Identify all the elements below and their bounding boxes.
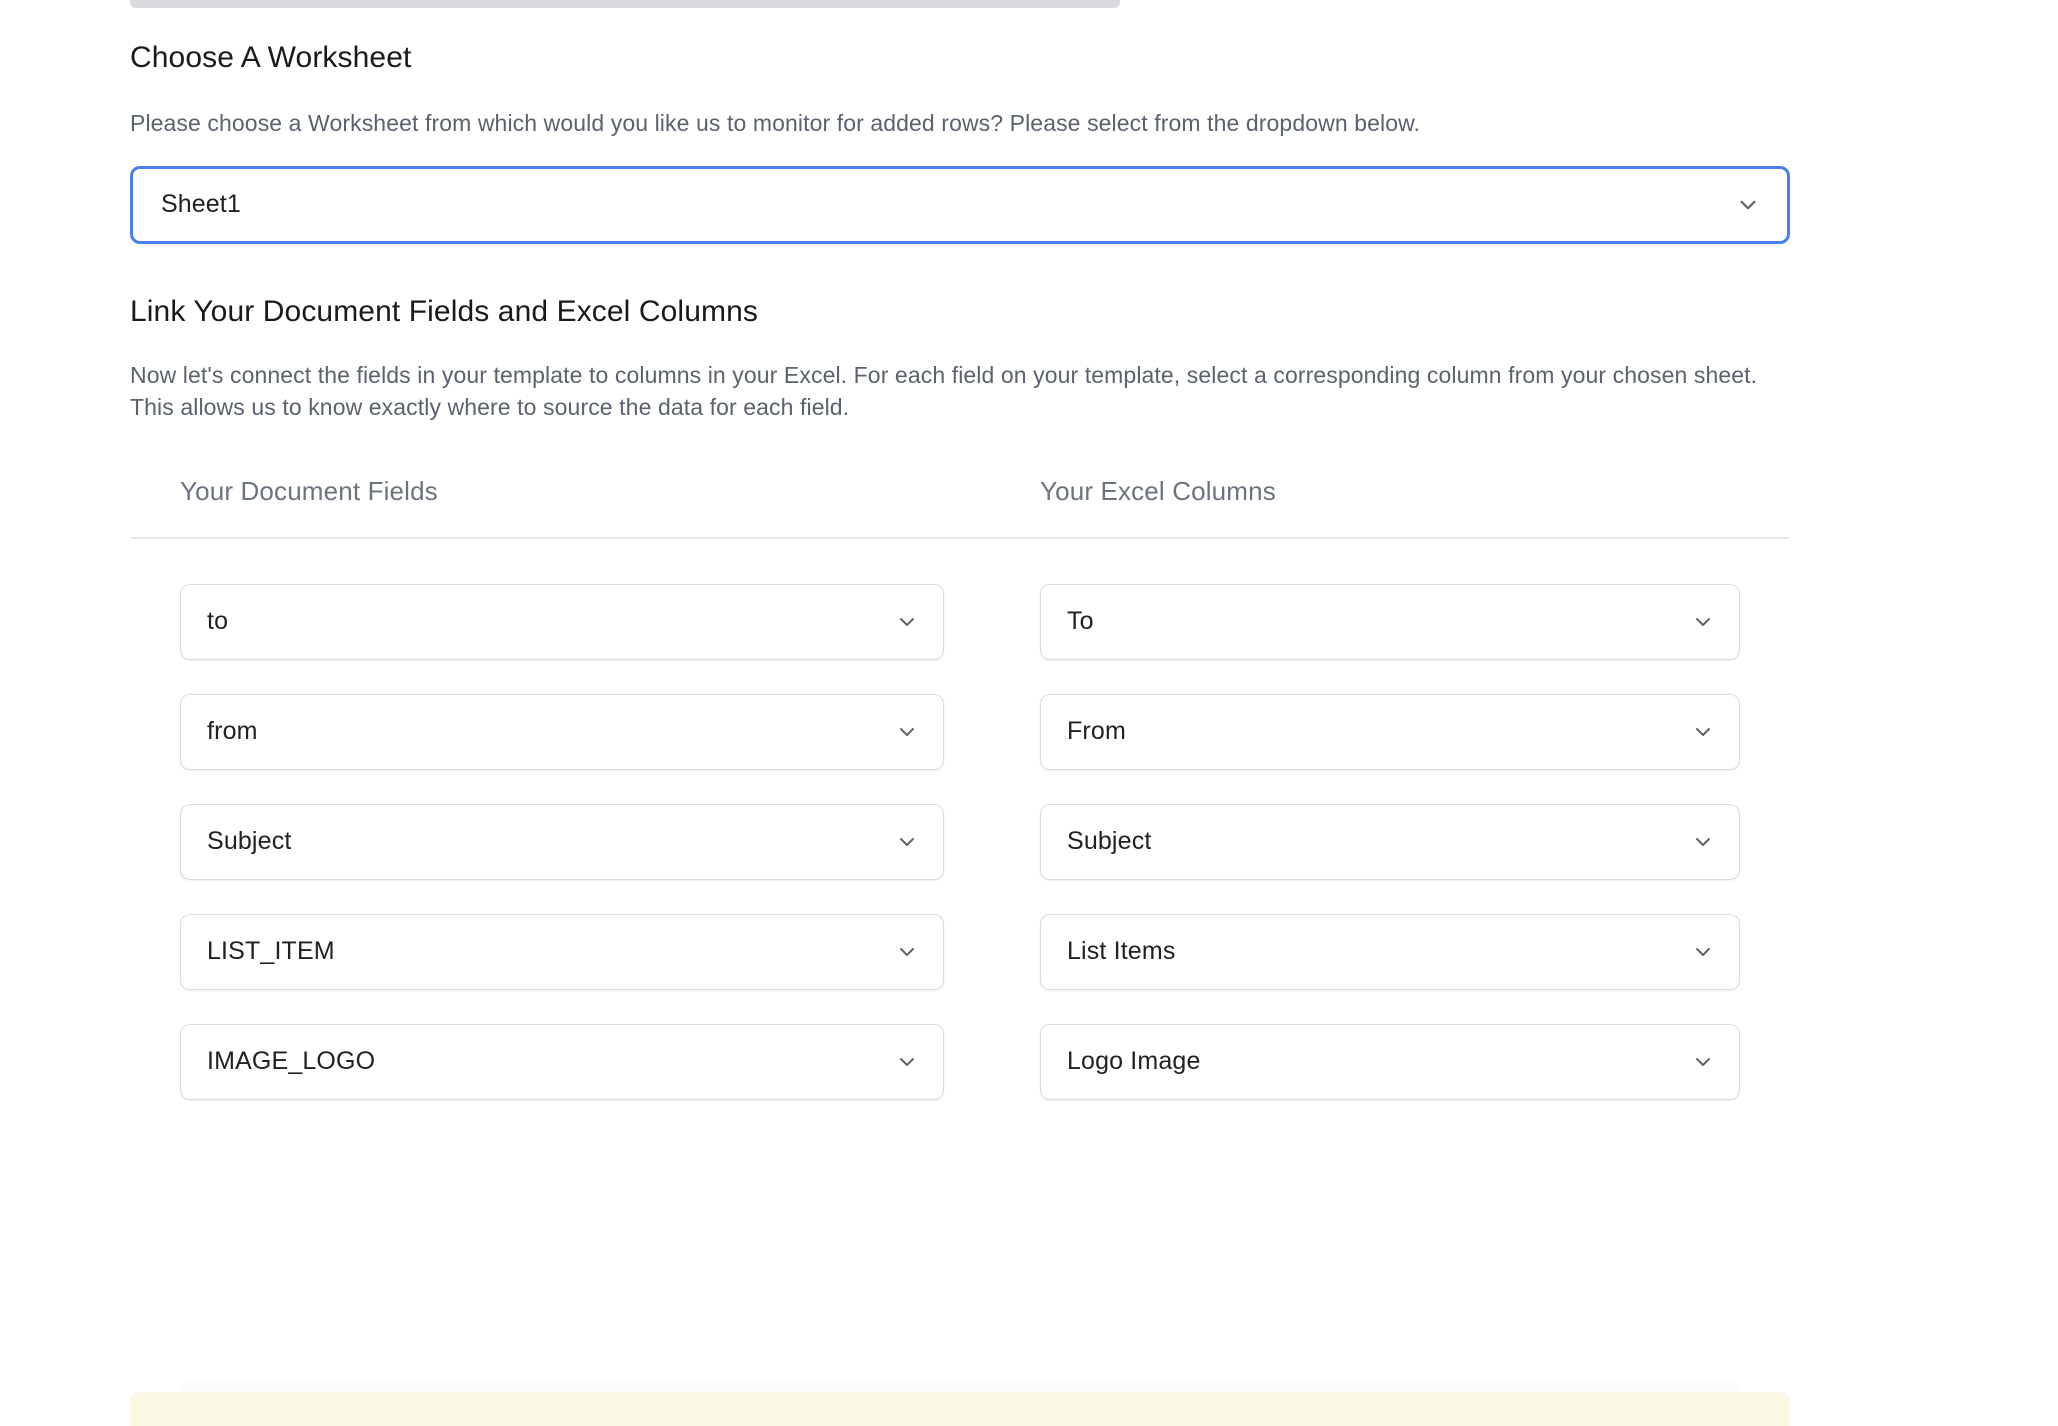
document-field-value: IMAGE_LOGO — [207, 1047, 376, 1076]
mapping-section-title: Link Your Document Fields and Excel Colu… — [130, 294, 758, 328]
document-field-select[interactable]: to — [180, 583, 944, 660]
excel-column-value: Logo Image — [1067, 1047, 1201, 1076]
bottom-notice-banner — [130, 1392, 1790, 1426]
table-row: LIST_ITEM List Items — [130, 897, 1790, 1007]
excel-column-value: From — [1067, 717, 1126, 746]
excel-column-select[interactable]: From — [1040, 693, 1740, 770]
document-field-select[interactable]: from — [180, 693, 944, 770]
chevron-down-icon[interactable] — [1691, 610, 1715, 634]
chevron-down-icon[interactable] — [895, 610, 919, 634]
chevron-down-icon[interactable] — [895, 720, 919, 744]
excel-column-select[interactable]: List Items — [1040, 913, 1740, 990]
excel-column-value: Subject — [1067, 827, 1152, 856]
column-header-excel-columns: Your Excel Columns — [1040, 475, 1276, 506]
document-field-value: from — [207, 717, 258, 746]
table-row: Subject Subject — [130, 787, 1790, 897]
chevron-down-icon[interactable] — [1691, 1050, 1715, 1074]
document-field-select[interactable]: Subject — [180, 803, 944, 880]
mapping-table-header: Your Document Fields Your Excel Columns — [130, 476, 1790, 539]
chevron-down-icon[interactable] — [895, 1050, 919, 1074]
chevron-down-icon[interactable] — [1735, 192, 1761, 218]
mapping-section-description: Now let's connect the fields in your tem… — [130, 361, 1758, 421]
chevron-down-icon[interactable] — [1691, 830, 1715, 854]
excel-column-select[interactable]: To — [1040, 583, 1740, 660]
chevron-down-icon[interactable] — [1691, 940, 1715, 964]
document-field-value: to — [207, 607, 229, 636]
excel-column-select[interactable]: Subject — [1040, 803, 1740, 880]
page-root: Choose A Worksheet Please choose a Works… — [0, 0, 2058, 1426]
top-clipped-bar — [130, 0, 1120, 8]
table-row: from From — [130, 677, 1790, 787]
document-field-value: LIST_ITEM — [207, 937, 335, 966]
document-field-select[interactable]: LIST_ITEM — [180, 913, 944, 990]
mapping-row-list: to To from From Subject Subject LIST_ITE… — [130, 539, 1790, 1117]
document-field-select[interactable]: IMAGE_LOGO — [180, 1023, 944, 1100]
chevron-down-icon[interactable] — [1691, 720, 1715, 744]
excel-column-value: To — [1067, 607, 1094, 636]
worksheet-selected-value: Sheet1 — [161, 190, 241, 219]
document-field-value: Subject — [207, 827, 292, 856]
table-row: IMAGE_LOGO Logo Image — [130, 1007, 1790, 1117]
column-header-document-fields: Your Document Fields — [180, 475, 438, 506]
field-mapping-table: Your Document Fields Your Excel Columns … — [130, 476, 1790, 1117]
chevron-down-icon[interactable] — [895, 940, 919, 964]
worksheet-section-title: Choose A Worksheet — [130, 41, 412, 74]
table-row: to To — [130, 567, 1790, 677]
worksheet-select[interactable]: Sheet1 — [130, 165, 1790, 244]
excel-column-select[interactable]: Logo Image — [1040, 1023, 1740, 1100]
chevron-down-icon[interactable] — [895, 830, 919, 854]
worksheet-section-description: Please choose a Worksheet from which wou… — [130, 110, 1421, 136]
excel-column-value: List Items — [1067, 937, 1176, 966]
content-column: Choose A Worksheet Please choose a Works… — [130, 38, 1790, 1117]
